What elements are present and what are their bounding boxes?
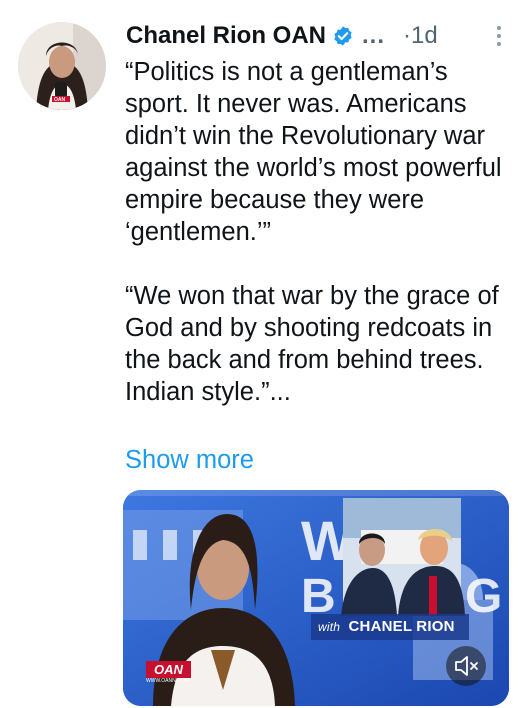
svg-text:G: G [465,570,502,623]
video-show-title: with CHANEL RION [318,618,455,635]
show-title-prefix: with [318,620,341,634]
tweet-text: “Politics is not a gentleman’s sport. It… [125,56,517,408]
avatar-portrait-image: OAN [18,22,106,110]
network-url: WWW.OANN.COM [146,678,189,684]
tweet-header: Chanel Rion OAN ... ·1d [126,18,516,54]
author-handle-truncated: ... [362,22,386,49]
tweet-paragraph-2: “We won that war by the grace of God and… [125,282,499,406]
show-more-link[interactable]: Show more [125,446,254,475]
mute-toggle-button[interactable] [446,646,486,686]
author-avatar[interactable]: OAN [18,22,106,110]
timestamp-value: 1d [411,22,438,49]
show-title-name: CHANEL RION [348,618,455,635]
speaker-muted-icon [455,656,478,676]
timestamp-separator: · [403,22,412,49]
tweet-paragraph-1: “Politics is not a gentleman’s sport. It… [125,58,502,246]
network-logo: OAN [146,661,191,678]
author-name[interactable]: Chanel Rion OAN [126,22,326,50]
verified-badge-icon [334,26,352,46]
tweet-timestamp[interactable]: ·1d [403,22,438,50]
more-options-icon[interactable] [490,22,508,50]
avatar-mic-badge: OAN [54,97,66,103]
